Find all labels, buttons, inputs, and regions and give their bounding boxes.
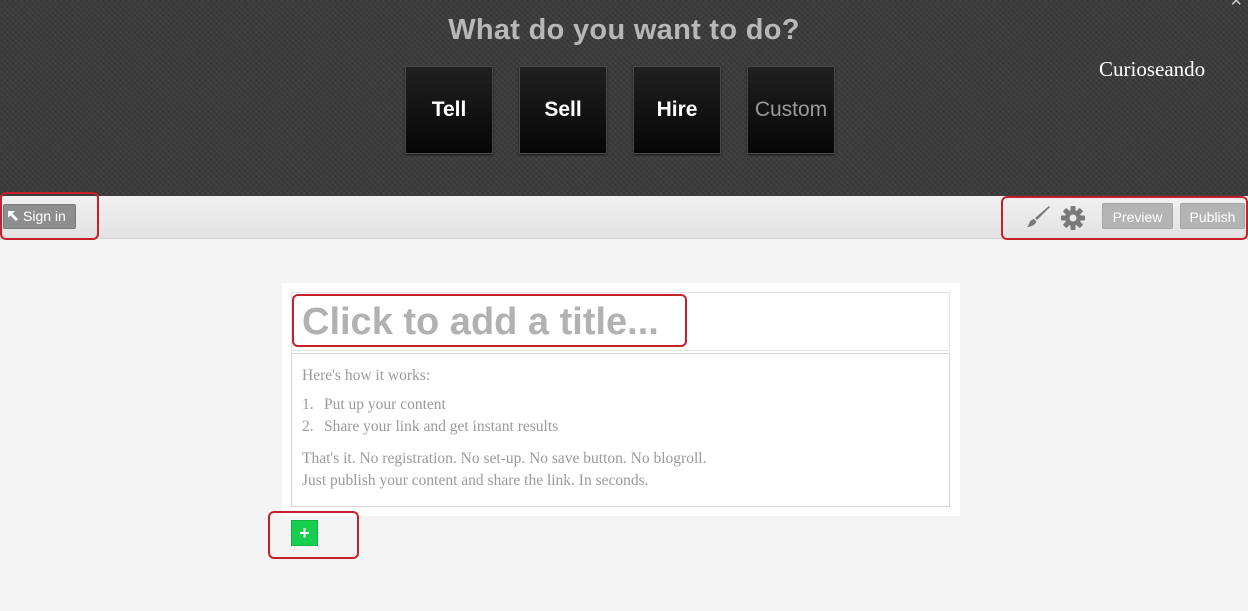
mode-hire-button[interactable]: Hire: [633, 66, 721, 154]
mode-sell-button[interactable]: Sell: [519, 66, 607, 154]
mode-selector-header: What do you want to do? × Curioseando Te…: [0, 0, 1248, 196]
sign-in-label: Sign in: [23, 208, 66, 224]
editor-toolbar: Sign in Preview Publish: [0, 196, 1248, 239]
step-text: Put up your content: [324, 396, 446, 413]
content-card: Click to add a title... Here's how it wo…: [282, 283, 960, 516]
arrow-up-left-icon: [8, 211, 18, 221]
steps-list: 1. Put up your content 2. Share your link …: [302, 396, 558, 440]
outro-line: That's it. No registration. No set-up. N…: [302, 450, 707, 467]
list-item: 2. Share your link and get instant result…: [302, 418, 558, 440]
mode-tell-button[interactable]: Tell: [405, 66, 493, 154]
preview-button[interactable]: Preview: [1102, 203, 1173, 229]
title-placeholder: Click to add a title...: [302, 301, 659, 343]
step-number: 1.: [302, 396, 314, 413]
body-outro-text: That's it. No registration. No set-up. N…: [302, 448, 706, 492]
brush-icon[interactable]: [1025, 205, 1051, 229]
outro-line: Just publish your content and share the …: [302, 472, 649, 489]
publish-button[interactable]: Publish: [1180, 203, 1245, 229]
title-field[interactable]: Click to add a title...: [291, 292, 950, 351]
gear-icon[interactable]: [1060, 205, 1086, 231]
list-item: 1. Put up your content: [302, 396, 558, 418]
step-text: Share your link and get instant results: [324, 418, 559, 435]
sign-in-button[interactable]: Sign in: [3, 204, 76, 229]
step-number: 2.: [302, 418, 314, 435]
brand-name: Curioseando: [1099, 57, 1206, 81]
mode-custom-button[interactable]: Custom: [747, 66, 835, 154]
close-icon[interactable]: ×: [1230, 0, 1242, 11]
add-block-button[interactable]: +: [291, 520, 318, 546]
body-editor[interactable]: Here's how it works: 1. Put up your conte…: [291, 353, 950, 507]
body-intro-text: Here's how it works:: [302, 367, 431, 384]
header-title: What do you want to do?: [448, 14, 800, 46]
